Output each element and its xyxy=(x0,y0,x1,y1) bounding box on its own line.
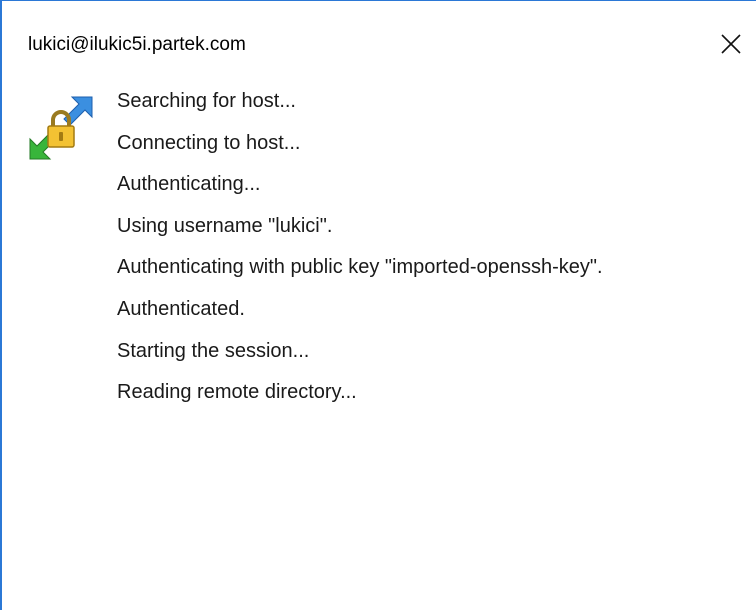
close-icon xyxy=(721,34,741,54)
log-line: Searching for host... xyxy=(117,90,296,112)
connection-dialog: lukici@ilukic5i.partek.com Searching for… xyxy=(0,0,756,610)
log-line: Connecting to host... xyxy=(117,131,301,154)
close-button[interactable] xyxy=(714,27,748,61)
connection-lock-icon xyxy=(29,96,93,160)
log-line: Reading remote directory... xyxy=(117,381,357,404)
log-line: Starting the session... xyxy=(117,339,310,362)
log-line: Authenticated. xyxy=(117,297,245,320)
log-line: Authenticating with public key "imported… xyxy=(117,256,603,279)
log-line: Using username "lukici". xyxy=(117,214,333,237)
dialog-title: lukici@ilukic5i.partek.com xyxy=(28,34,246,55)
connection-log: Searching for host... Connecting to host… xyxy=(117,81,603,414)
log-line: Authenticating... xyxy=(117,173,261,196)
